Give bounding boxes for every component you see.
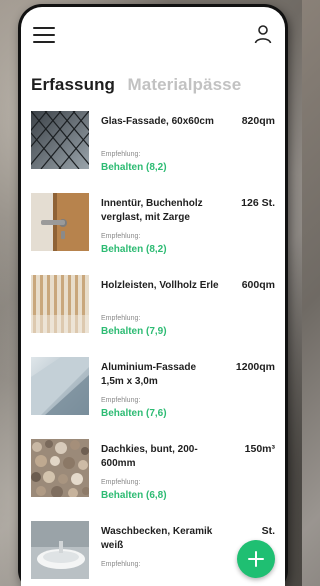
recommendation-value: Behalten (7,6) xyxy=(101,408,167,419)
list-item[interactable]: Innentür, Buchenholz verglast, mit Zarge… xyxy=(21,189,285,271)
item-quantity: 820qm xyxy=(241,115,275,127)
recommendation-value: Behalten (8,2) xyxy=(101,244,167,255)
top-bar xyxy=(21,7,285,67)
recommendation-label: Empfehlung: xyxy=(101,233,141,240)
phone-frame: Erfassung Materialpässe Glas-Fassade, 60… xyxy=(18,4,288,586)
aluminium-facade-thumbnail xyxy=(31,357,89,415)
tab-erfassung[interactable]: Erfassung xyxy=(31,75,115,95)
recommendation-label: Empfehlung: xyxy=(101,151,141,158)
item-name: Aluminium-Fassade 1,5m x 3,0m xyxy=(101,362,197,387)
item-quantity: 1200qm xyxy=(235,361,275,373)
tab-bar: Erfassung Materialpässe xyxy=(31,75,285,95)
recommendation-label: Empfehlung: xyxy=(101,479,141,486)
glass-facade-thumbnail xyxy=(31,111,89,169)
list-item[interactable]: Holzleisten, Vollholz Erle 600qm Empfehl… xyxy=(21,271,285,353)
recommendation-label: Empfehlung: xyxy=(101,315,141,322)
item-name: Innentür, Buchenholz verglast, mit Zarge xyxy=(101,198,203,223)
item-quantity: St. xyxy=(261,525,275,537)
door-handle-thumbnail xyxy=(31,193,89,251)
recommendation-label: Empfehlung: xyxy=(101,397,141,404)
wood-slats-thumbnail xyxy=(31,275,89,333)
list-item[interactable]: Glas-Fassade, 60x60cm 820qm Empfehlung: … xyxy=(21,107,285,189)
item-quantity: 126 St. xyxy=(241,197,275,209)
recommendation-value: Behalten (7,9) xyxy=(101,326,167,337)
recommendation-value: Behalten (8,2) xyxy=(101,162,167,173)
recommendation-value: Behalten (6,8) xyxy=(101,490,167,501)
item-quantity: 600qm xyxy=(241,279,275,291)
list-item[interactable]: Dachkies, bunt, 200-600mm 150m³ Empfehlu… xyxy=(21,435,285,517)
item-quantity: 150m³ xyxy=(244,443,275,455)
item-name: Holzleisten, Vollholz Erle xyxy=(101,280,219,291)
tab-materialpaesse[interactable]: Materialpässe xyxy=(128,75,242,95)
gravel-thumbnail xyxy=(31,439,89,497)
hamburger-menu-icon[interactable] xyxy=(33,27,55,43)
app-screen: Erfassung Materialpässe Glas-Fassade, 60… xyxy=(21,7,285,586)
washbasin-thumbnail xyxy=(31,521,89,579)
item-name: Waschbecken, Keramik weiß xyxy=(101,526,213,551)
add-item-button[interactable] xyxy=(237,540,275,578)
list-item[interactable]: Aluminium-Fassade 1,5m x 3,0m 1200qm Emp… xyxy=(21,353,285,435)
item-name: Dachkies, bunt, 200-600mm xyxy=(101,444,198,469)
item-name: Glas-Fassade, 60x60cm xyxy=(101,116,214,127)
user-icon[interactable] xyxy=(253,24,273,44)
recommendation-label: Empfehlung: xyxy=(101,561,141,568)
